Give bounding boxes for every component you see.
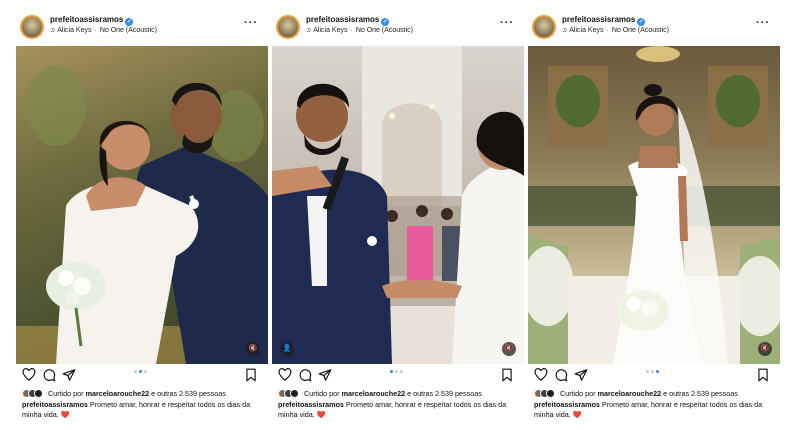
more-options-icon[interactable]: ···	[500, 17, 514, 29]
avatar[interactable]	[20, 15, 44, 39]
verified-badge-icon: ✓	[637, 18, 646, 26]
photo-couple-embrace	[16, 66, 268, 364]
heart-icon[interactable]	[278, 368, 292, 382]
heart-emoji: ❤️	[316, 410, 326, 419]
avatar	[34, 389, 43, 398]
verified-badge-icon: ✓	[125, 18, 134, 26]
bookmark-icon[interactable]	[756, 368, 770, 382]
avatar[interactable]	[532, 15, 556, 39]
avatar[interactable]	[276, 15, 300, 39]
post-photo[interactable]: 🔇	[16, 46, 268, 364]
photo-bride-aisle	[528, 46, 780, 364]
comment-icon[interactable]	[298, 368, 312, 382]
music-note-icon: ♫	[306, 27, 312, 34]
send-icon[interactable]	[62, 368, 76, 382]
audio-info[interactable]: ♫ Alicia Keys · No One (Acoustic)	[306, 27, 413, 34]
photo-vows-ceremony	[272, 46, 524, 364]
comment-icon[interactable]	[42, 368, 56, 382]
caption-username[interactable]: prefeitoassisramos	[22, 400, 88, 409]
send-icon[interactable]	[318, 368, 332, 382]
heart-emoji: ❤️	[60, 410, 70, 419]
post-photo[interactable]: 👤 🔇	[272, 46, 524, 364]
comment-icon[interactable]	[554, 368, 568, 382]
likes-summary[interactable]: Curtido por marceloarouche22 e outras 2.…	[278, 389, 482, 398]
post-header: prefeitoassisramos ✓ ♫ Alicia Keys · No One …	[530, 12, 774, 44]
verified-badge-icon: ✓	[381, 18, 390, 26]
music-note-icon: ♫	[50, 27, 56, 34]
instagram-post-3: prefeitoassisramos ✓ ♫ Alicia Keys · No One …	[524, 6, 780, 424]
likes-summary[interactable]: Curtido por marceloarouche22 e outras 2.…	[534, 389, 738, 398]
post-header: prefeitoassisramos ✓ ♫ Alicia Keys · No One …	[18, 12, 262, 44]
bookmark-icon[interactable]	[500, 368, 514, 382]
avatar	[546, 389, 555, 398]
send-icon[interactable]	[574, 368, 588, 382]
avatar	[290, 389, 299, 398]
audio-info[interactable]: ♫ Alicia Keys · No One (Acoustic)	[562, 27, 669, 34]
post-caption: prefeitoassisramos Prometo amar, honrar …	[278, 400, 507, 419]
tagged-user-icon[interactable]: 👤	[280, 342, 294, 356]
username[interactable]: prefeitoassisramos ✓	[562, 15, 646, 26]
heart-emoji: ❤️	[572, 410, 582, 419]
post-header: prefeitoassisramos ✓ ♫ Alicia Keys · No One …	[274, 12, 518, 44]
post-photo[interactable]: 🔇	[528, 46, 780, 364]
action-bar	[534, 368, 770, 384]
caption-username[interactable]: prefeitoassisramos	[278, 400, 344, 409]
action-bar	[22, 368, 258, 384]
more-options-icon[interactable]: ···	[756, 17, 770, 29]
bookmark-icon[interactable]	[244, 368, 258, 382]
muted-speaker-icon[interactable]: 🔇	[246, 342, 260, 356]
likes-summary[interactable]: Curtido por marceloarouche22 e outras 2.…	[22, 389, 226, 398]
instagram-post-2: prefeitoassisramos ✓ ♫ Alicia Keys · No One …	[268, 6, 524, 424]
music-note-icon: ♫	[562, 27, 568, 34]
instagram-post-1: prefeitoassisramos ✓ ♫ Alicia Keys · No One …	[12, 6, 268, 424]
username[interactable]: prefeitoassisramos ✓	[306, 15, 390, 26]
more-options-icon[interactable]: ···	[244, 17, 258, 29]
muted-speaker-icon[interactable]: 🔇	[758, 342, 772, 356]
audio-info[interactable]: ♫ Alicia Keys · No One (Acoustic)	[50, 27, 157, 34]
heart-icon[interactable]	[534, 368, 548, 382]
heart-icon[interactable]	[22, 368, 36, 382]
post-caption: prefeitoassisramos Prometo amar, honrar …	[22, 400, 251, 419]
post-caption: prefeitoassisramos Prometo amar, honrar …	[534, 400, 763, 419]
username[interactable]: prefeitoassisramos ✓	[50, 15, 134, 26]
action-bar	[278, 368, 514, 384]
caption-username[interactable]: prefeitoassisramos	[534, 400, 600, 409]
muted-speaker-icon[interactable]: 🔇	[502, 342, 516, 356]
